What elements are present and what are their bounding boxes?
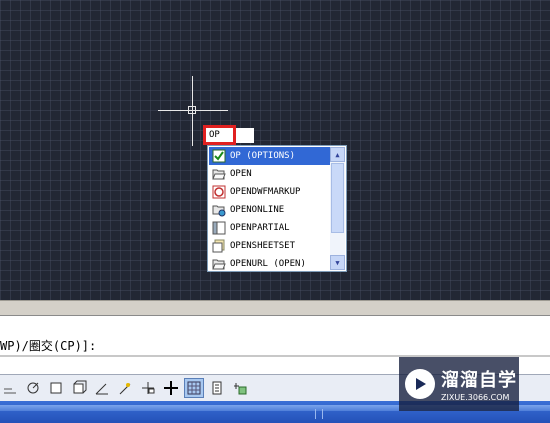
- checkbox-icon: [211, 148, 227, 164]
- autocomplete-item-label: OPEN: [230, 169, 252, 179]
- polar-icon[interactable]: [23, 378, 43, 398]
- sheetset-icon: [211, 238, 227, 254]
- autocomplete-item-label: OPENURL (OPEN): [230, 259, 306, 269]
- scroll-up-button[interactable]: ▲: [330, 147, 345, 162]
- drawing-canvas[interactable]: OP OP (OPTIONS) OPEN OPENDWFMARKUP OPENO…: [0, 0, 550, 300]
- autocomplete-item-label: OP (OPTIONS): [230, 151, 296, 161]
- dynamic-input-icon[interactable]: [138, 378, 158, 398]
- autocomplete-item-label: OPENDWFMARKUP: [230, 187, 301, 197]
- dynamic-command-input[interactable]: OP: [203, 125, 236, 145]
- watermark: 溜溜自学 ZIXUE.3066.COM: [399, 357, 519, 411]
- folder-open-icon: [211, 166, 227, 182]
- taskbar-grip[interactable]: [315, 409, 323, 419]
- lineweight-icon[interactable]: [161, 378, 181, 398]
- folder-open-icon: [211, 256, 227, 272]
- autocomplete-items: OP (OPTIONS) OPEN OPENDWFMARKUP OPENONLI…: [209, 147, 331, 273]
- otrack-icon[interactable]: [92, 378, 112, 398]
- selection-cycling-icon[interactable]: [230, 378, 250, 398]
- transparency-icon[interactable]: [184, 378, 204, 398]
- autocomplete-item-openurl[interactable]: OPENURL (OPEN): [209, 255, 331, 273]
- 3d-osnap-icon[interactable]: [69, 378, 89, 398]
- ducs-icon[interactable]: [115, 378, 135, 398]
- markup-icon: [211, 184, 227, 200]
- autocomplete-scrollbar[interactable]: ▲ ▼: [330, 147, 345, 270]
- autocomplete-item-openpartial[interactable]: OPENPARTIAL: [209, 219, 331, 237]
- autocomplete-item-label: OPENSHEETSET: [230, 241, 296, 251]
- crosshair-pickbox: [188, 106, 196, 114]
- play-logo-icon: [405, 369, 435, 399]
- autocomplete-item-opensheetset[interactable]: OPENSHEETSET: [209, 237, 331, 255]
- watermark-title: 溜溜自学: [441, 370, 517, 391]
- autocomplete-item-label: OPENONLINE: [230, 205, 285, 215]
- partial-open-icon: [211, 220, 227, 236]
- autocomplete-item-openonline[interactable]: OPENONLINE: [209, 201, 331, 219]
- autocomplete-item-open[interactable]: OPEN: [209, 165, 331, 183]
- osnap-icon[interactable]: [46, 378, 66, 398]
- snap-icon[interactable]: [0, 378, 20, 398]
- quick-properties-icon[interactable]: [207, 378, 227, 398]
- dynamic-input-field[interactable]: [236, 128, 254, 143]
- scroll-thumb[interactable]: [331, 163, 344, 233]
- folder-online-icon: [211, 202, 227, 218]
- canvas-frame-divider: [0, 300, 550, 315]
- autocomplete-item-opendwfmarkup[interactable]: OPENDWFMARKUP: [209, 183, 331, 201]
- watermark-text: 溜溜自学 ZIXUE.3066.COM: [441, 366, 517, 402]
- command-autocomplete-list[interactable]: OP (OPTIONS) OPEN OPENDWFMARKUP OPENONLI…: [207, 145, 347, 272]
- command-prompt-text: WP)/圈交(CP)]:: [0, 339, 97, 353]
- watermark-url: ZIXUE.3066.COM: [441, 393, 510, 402]
- scroll-down-button[interactable]: ▼: [330, 255, 345, 270]
- autocomplete-item-label: OPENPARTIAL: [230, 223, 290, 233]
- autocomplete-item-options[interactable]: OP (OPTIONS): [209, 147, 331, 165]
